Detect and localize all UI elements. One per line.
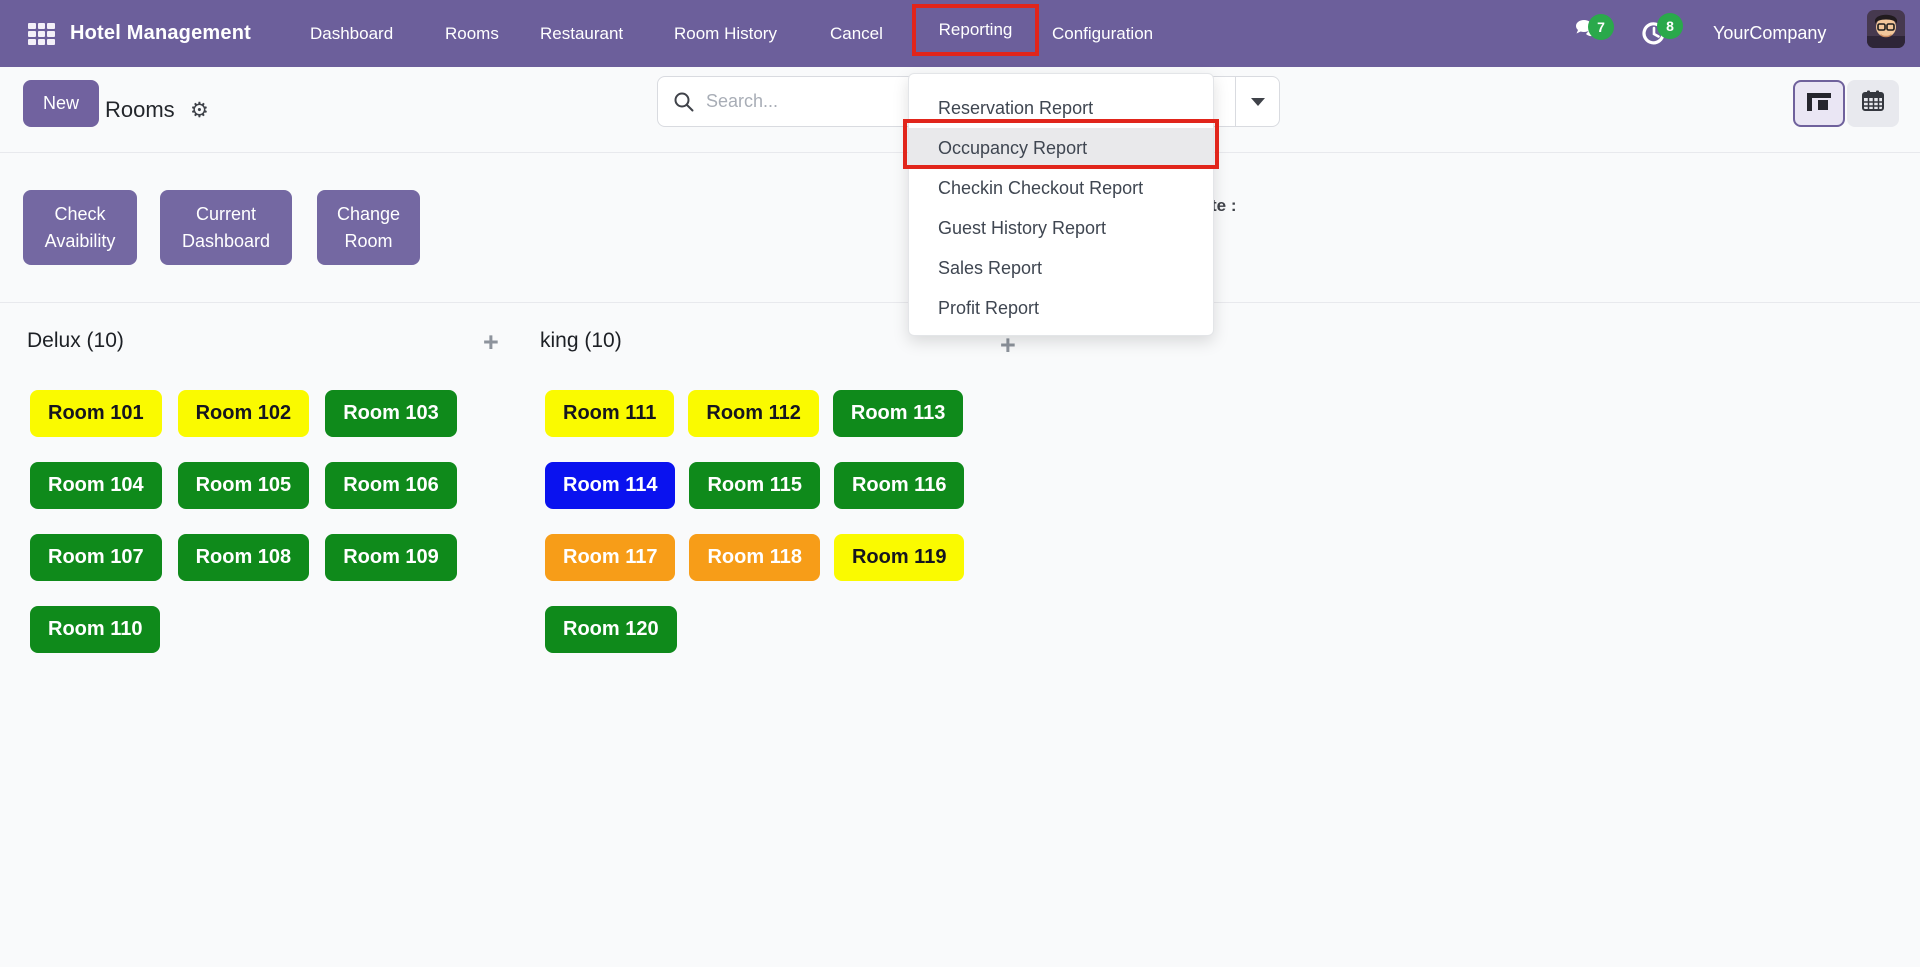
room-card[interactable]: Room 106 (325, 462, 457, 509)
room-card[interactable]: Room 117 (545, 534, 675, 581)
room-row: Room 120 (545, 606, 677, 653)
search-options-toggle[interactable] (1236, 77, 1280, 126)
app-title: Hotel Management (70, 0, 251, 67)
room-card[interactable]: Room 103 (325, 390, 457, 437)
room-row: Room 101 Room 102 Room 103 (30, 390, 457, 437)
room-card[interactable]: Room 116 (834, 462, 964, 509)
new-button[interactable]: New (23, 80, 99, 127)
room-card[interactable]: Room 112 (688, 390, 818, 437)
room-card[interactable]: Room 104 (30, 462, 162, 509)
calendar-view-button[interactable] (1847, 80, 1899, 127)
chevron-down-icon (1251, 98, 1265, 106)
menu-item-guest-history-report[interactable]: Guest History Report (909, 208, 1213, 248)
current-dashboard-button[interactable]: CurrentDashboard (160, 190, 292, 265)
change-room-button[interactable]: ChangeRoom (317, 190, 420, 265)
nav-restaurant[interactable]: Restaurant (540, 0, 623, 67)
user-avatar[interactable] (1867, 10, 1905, 48)
gear-icon[interactable]: ⚙ (190, 67, 209, 153)
room-card[interactable]: Room 118 (689, 534, 819, 581)
nav-rooms[interactable]: Rooms (445, 0, 499, 67)
hotel-management-app: Hotel Management Dashboard Rooms Restaur… (0, 0, 1920, 967)
nav-dashboard[interactable]: Dashboard (310, 0, 393, 67)
search-icon (673, 91, 695, 118)
room-row: Room 110 (30, 606, 160, 653)
check-availability-button[interactable]: CheckAvaibility (23, 190, 137, 265)
room-row: Room 114 Room 115 Room 116 (545, 462, 964, 509)
room-card[interactable]: Room 105 (178, 462, 310, 509)
nav-room-history[interactable]: Room History (674, 0, 777, 67)
company-name[interactable]: YourCompany (1713, 0, 1826, 67)
page-title: Rooms (105, 67, 175, 153)
room-row: Room 111 Room 112 Room 113 (545, 390, 963, 437)
room-card[interactable]: Room 115 (689, 462, 819, 509)
kanban-view-icon (1807, 93, 1831, 115)
menu-item-reservation-report[interactable]: Reservation Report (909, 88, 1213, 128)
room-card[interactable]: Room 113 (833, 390, 963, 437)
top-navbar: Hotel Management Dashboard Rooms Restaur… (0, 0, 1920, 67)
room-card[interactable]: Room 107 (30, 534, 162, 581)
room-card[interactable]: Room 109 (325, 534, 457, 581)
room-card[interactable]: Room 110 (30, 606, 160, 653)
room-card[interactable]: Room 120 (545, 606, 677, 653)
nav-reporting-highlight-box: Reporting (912, 4, 1039, 56)
menu-item-checkin-checkout-report[interactable]: Checkin Checkout Report (909, 168, 1213, 208)
room-card[interactable]: Room 101 (30, 390, 162, 437)
kanban-view-button[interactable] (1793, 80, 1845, 127)
room-row: Room 104 Room 105 Room 106 (30, 462, 457, 509)
room-card[interactable]: Room 114 (545, 462, 675, 509)
menu-item-sales-report[interactable]: Sales Report (909, 248, 1213, 288)
view-switcher (1793, 80, 1899, 127)
menu-item-occupancy-report[interactable]: Occupancy Report (909, 128, 1213, 168)
column-title-king: king (10) (540, 329, 622, 353)
room-card[interactable]: Room 119 (834, 534, 964, 581)
messages-badge: 7 (1588, 14, 1614, 40)
room-card[interactable]: Room 111 (545, 390, 674, 437)
apps-grid-icon[interactable] (28, 23, 55, 45)
nav-configuration[interactable]: Configuration (1052, 0, 1153, 67)
nav-cancel[interactable]: Cancel (830, 0, 883, 67)
menu-item-profit-report[interactable]: Profit Report (909, 288, 1213, 328)
room-card[interactable]: Room 108 (178, 534, 310, 581)
room-row: Room 117 Room 118 Room 119 (545, 534, 964, 581)
partially-hidden-date-label: te : (1211, 196, 1237, 216)
activities-badge: 8 (1657, 13, 1683, 39)
room-card[interactable]: Room 102 (178, 390, 310, 437)
kanban-add-icon[interactable]: + (1000, 333, 1016, 357)
reporting-dropdown-menu: Reservation Report Occupancy Report Chec… (908, 73, 1214, 336)
column-title-delux: Delux (10) (27, 329, 124, 353)
nav-reporting[interactable]: Reporting (939, 20, 1013, 40)
room-row: Room 107 Room 108 Room 109 (30, 534, 457, 581)
kanban-add-icon[interactable]: + (483, 330, 499, 354)
calendar-view-icon (1861, 89, 1885, 118)
